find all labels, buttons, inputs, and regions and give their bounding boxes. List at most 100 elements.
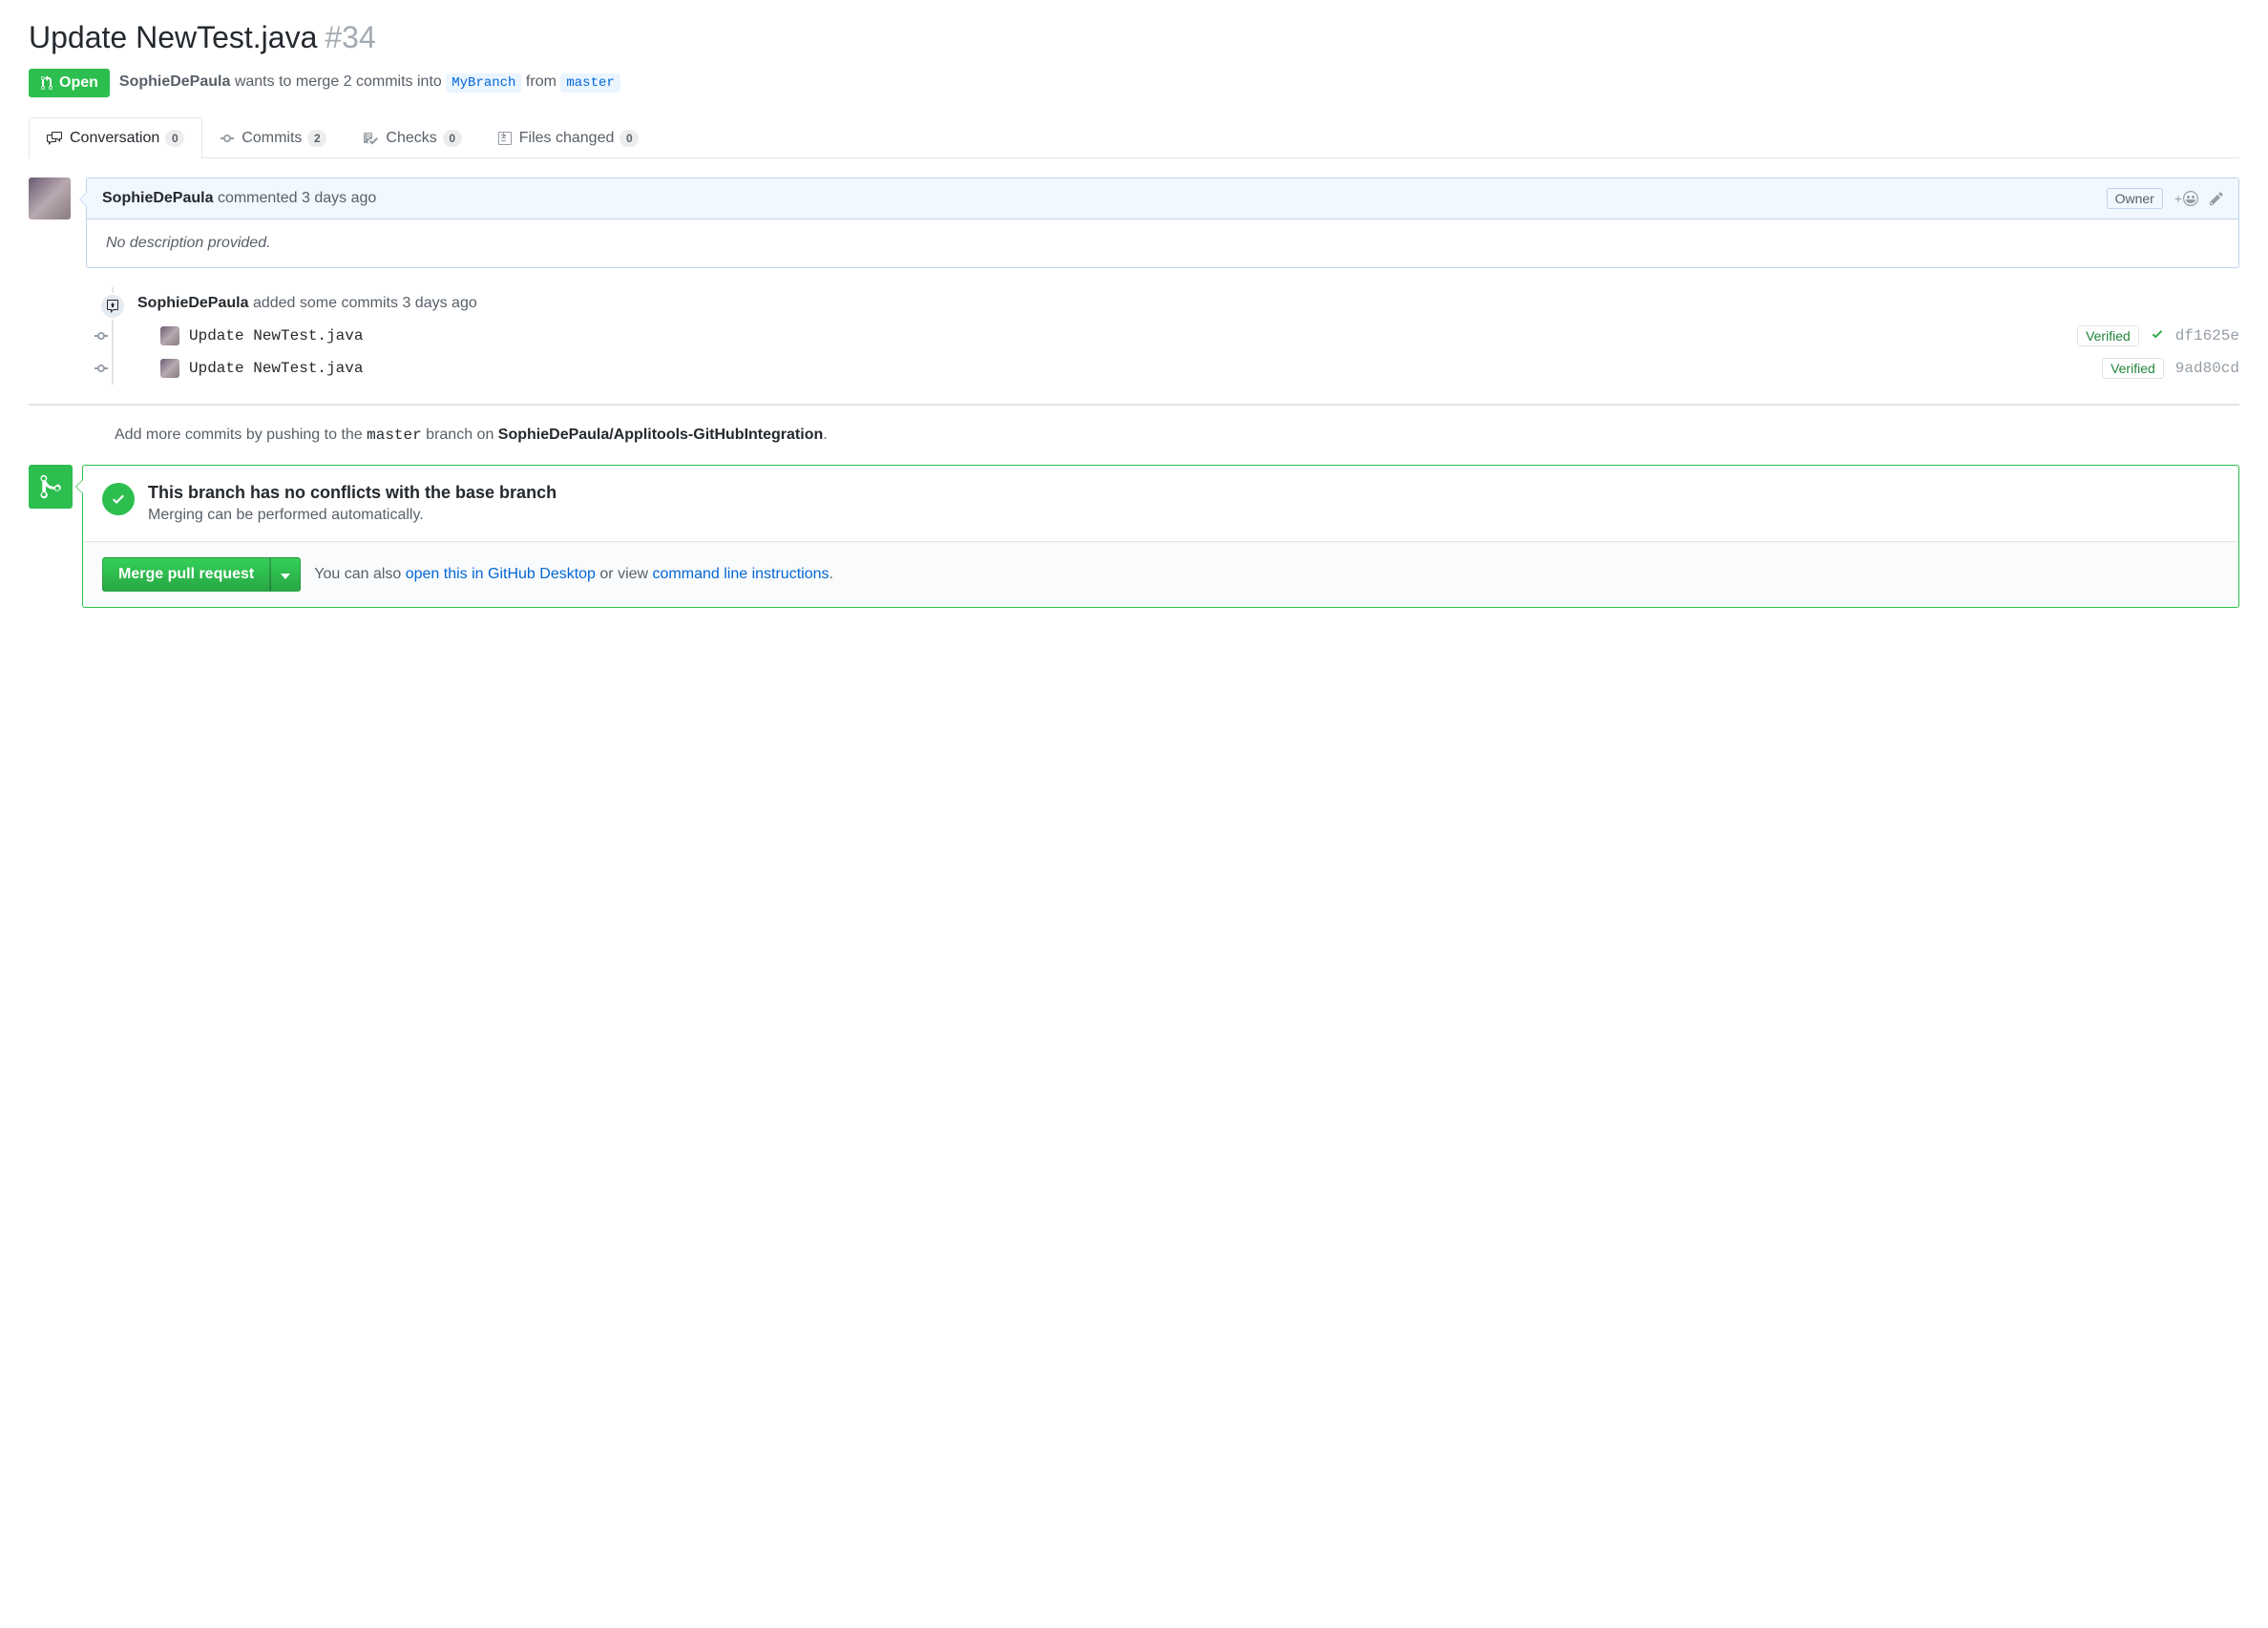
merge-alt-pre: You can also (314, 566, 405, 582)
comment-time[interactable]: 3 days ago (302, 190, 376, 206)
merge-status-text: This branch has no conflicts with the ba… (148, 483, 556, 524)
add-reaction-button[interactable]: + (2174, 191, 2198, 206)
merge-action-row: Merge pull request You can also open thi… (83, 541, 2238, 607)
discussion: SophieDePaula commented 3 days ago Owner… (29, 177, 2239, 385)
merge-alt-mid: or view (596, 566, 653, 582)
git-pull-request-icon (40, 75, 53, 91)
push-hint-branch: master (367, 427, 422, 444)
caret-down-icon (281, 574, 290, 579)
repo-push-icon (107, 299, 118, 314)
pencil-icon (2210, 191, 2223, 206)
meta-author[interactable]: SophieDePaula (119, 73, 230, 90)
avatar-column (29, 177, 86, 385)
merge-button-group: Merge pull request (102, 557, 301, 592)
commit-dot (94, 367, 109, 369)
push-hint-pre: Add more commits by pushing to the (115, 427, 367, 443)
base-branch[interactable]: MyBranch (446, 73, 521, 93)
verified-badge[interactable]: Verified (2102, 358, 2164, 379)
git-merge-icon (40, 473, 61, 500)
merge-dropdown-button[interactable] (270, 557, 301, 592)
tab-checks[interactable]: Checks 0 (345, 117, 479, 158)
pr-title-row: Update NewTest.java #34 (29, 19, 2239, 55)
git-commit-icon (220, 131, 234, 146)
timeline-badge (99, 293, 126, 320)
timeline-time[interactable]: 3 days ago (402, 295, 476, 311)
files-count: 0 (620, 130, 639, 147)
avatar[interactable] (29, 177, 71, 219)
merge-box: This branch has no conflicts with the ba… (82, 465, 2239, 608)
conversation-count: 0 (165, 130, 184, 147)
comment-box: SophieDePaula commented 3 days ago Owner… (86, 177, 2239, 268)
comment-verb: commented (218, 190, 298, 206)
push-hint-repo: SophieDePaula/Applitools-GitHubIntegrati… (498, 427, 823, 443)
open-in-desktop-link[interactable]: open this in GitHub Desktop (406, 566, 596, 582)
tab-commits-label: Commits (242, 130, 302, 147)
smiley-icon (2183, 191, 2198, 206)
wants-text: wants to merge 2 commits into (235, 73, 442, 90)
merge-status-title: This branch has no conflicts with the ba… (148, 483, 556, 503)
commit-right: Verified 9ad80cd (2102, 358, 2239, 379)
tabnav: Conversation 0 Commits 2 Checks 0 Files … (29, 116, 2239, 158)
commit-sha[interactable]: df1625e (2175, 327, 2239, 344)
comment-header: SophieDePaula commented 3 days ago Owner… (87, 178, 2238, 219)
timeline-commits-header: SophieDePaula added some commits 3 days … (120, 287, 2239, 320)
tab-files[interactable]: Files changed 0 (480, 117, 658, 158)
push-hint-period: . (823, 427, 827, 443)
commit-message[interactable]: Update NewTest.java (189, 327, 363, 344)
timeline-text: added some commits (253, 295, 398, 311)
verified-badge[interactable]: Verified (2077, 325, 2139, 346)
from-word: from (526, 73, 556, 90)
state-label: Open (59, 74, 98, 92)
tab-commits[interactable]: Commits 2 (202, 117, 345, 158)
comment-header-left: SophieDePaula commented 3 days ago (102, 190, 376, 207)
commit-left: Update NewTest.java (160, 326, 363, 345)
timeline-author[interactable]: SophieDePaula (137, 295, 248, 311)
edit-comment-button[interactable] (2210, 191, 2223, 206)
file-diff-icon (498, 131, 512, 146)
tab-conversation-label: Conversation (70, 130, 159, 147)
commit-avatar[interactable] (160, 359, 179, 378)
merge-check-circle (102, 483, 135, 515)
commit-avatar[interactable] (160, 326, 179, 345)
check-icon (111, 491, 126, 507)
commit-row: Update NewTest.java Verified df1625e (120, 320, 2239, 352)
push-hint: Add more commits by pushing to the maste… (115, 427, 2239, 444)
check-icon[interactable] (2151, 327, 2164, 345)
comment-body: No description provided. (87, 219, 2238, 267)
merge-alt-text: You can also open this in GitHub Desktop… (314, 566, 833, 583)
tab-files-label: Files changed (519, 130, 615, 147)
merge-section: This branch has no conflicts with the ba… (29, 465, 2239, 608)
timeline-events: SophieDePaula added some commits 3 days … (86, 287, 2239, 385)
commits-count: 2 (307, 130, 326, 147)
merge-icon-column (29, 465, 82, 608)
push-hint-mid: branch on (422, 427, 498, 443)
commit-sha[interactable]: 9ad80cd (2175, 360, 2239, 377)
merge-button[interactable]: Merge pull request (102, 557, 270, 592)
checks-count: 0 (443, 130, 462, 147)
merge-alt-post: . (830, 566, 833, 582)
merge-phrase: SophieDePaula wants to merge 2 commits i… (119, 73, 620, 93)
comment-author[interactable]: SophieDePaula (102, 190, 213, 206)
commit-row: Update NewTest.java Verified 9ad80cd (120, 352, 2239, 385)
owner-badge: Owner (2107, 188, 2163, 209)
merge-status: This branch has no conflicts with the ba… (83, 466, 2238, 541)
commit-left: Update NewTest.java (160, 359, 363, 378)
commit-right: Verified df1625e (2077, 325, 2239, 346)
pr-title: Update NewTest.java (29, 19, 317, 55)
state-badge: Open (29, 69, 110, 97)
pr-meta: Open SophieDePaula wants to merge 2 comm… (29, 69, 2239, 97)
tab-conversation[interactable]: Conversation 0 (29, 117, 202, 158)
cli-instructions-link[interactable]: command line instructions (653, 566, 830, 582)
comment-discussion-icon (47, 131, 62, 146)
timeline-content: SophieDePaula commented 3 days ago Owner… (86, 177, 2239, 385)
tab-checks-label: Checks (386, 130, 436, 147)
head-branch[interactable]: master (560, 73, 620, 93)
comment-header-right: Owner + (2107, 188, 2223, 209)
checklist-icon (363, 131, 378, 146)
pr-number: #34 (325, 20, 375, 55)
merge-icon-box (29, 465, 73, 509)
divider (29, 404, 2239, 406)
commit-message[interactable]: Update NewTest.java (189, 360, 363, 377)
commit-dot (94, 335, 109, 337)
merge-status-subtitle: Merging can be performed automatically. (148, 507, 556, 524)
